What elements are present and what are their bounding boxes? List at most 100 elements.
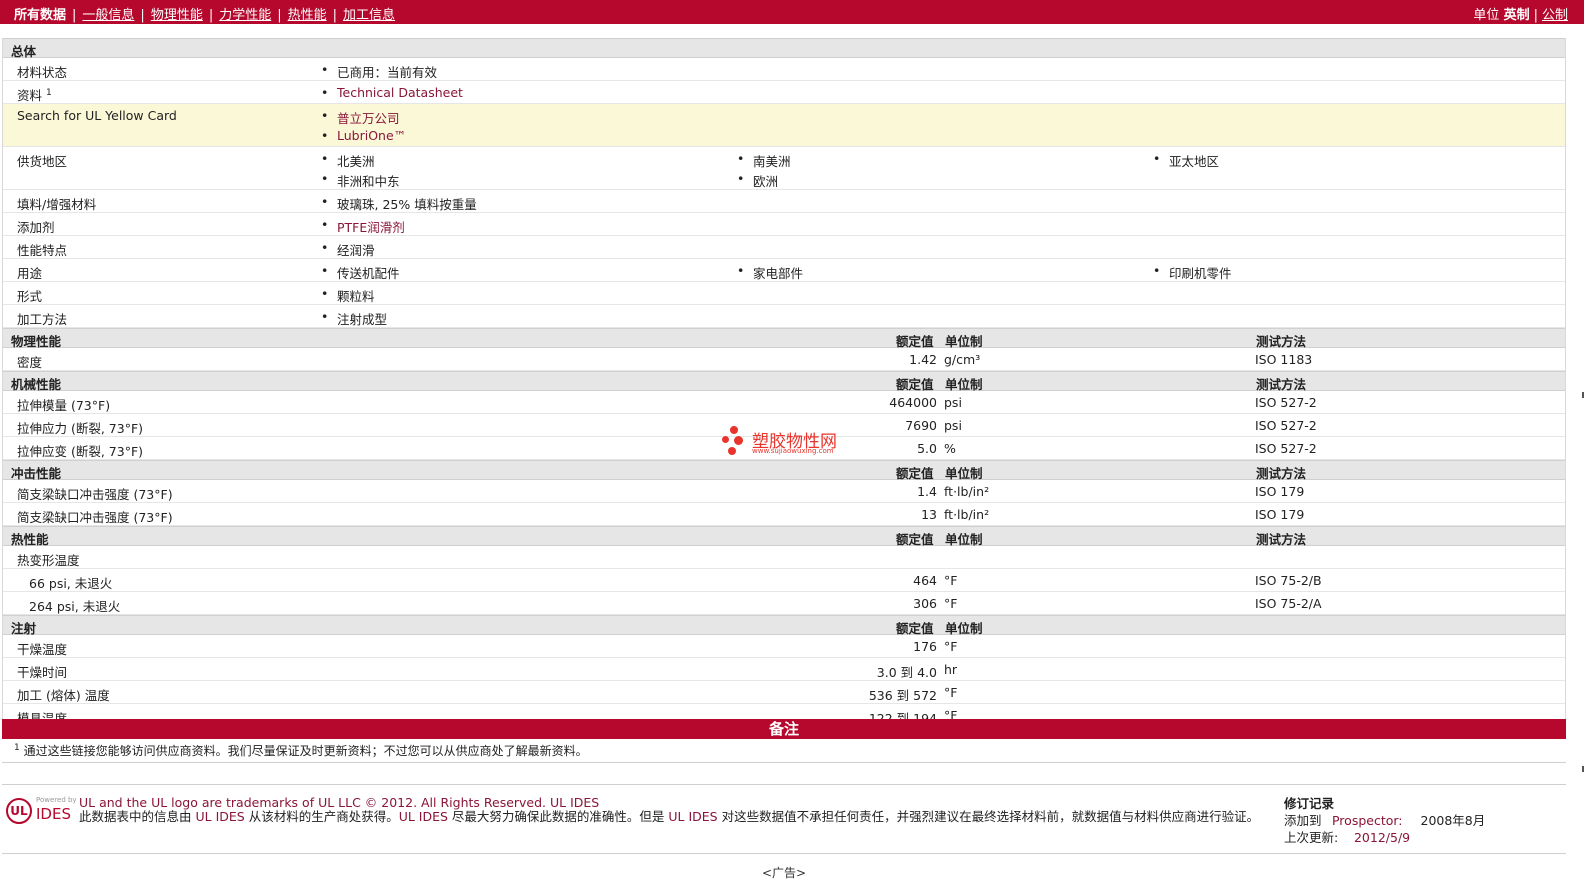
table-row: 简支梁缺口冲击强度 (73°F) 13 ft·lb/in² ISO 179 <box>3 503 1565 526</box>
row-label: 干燥时间 <box>17 665 68 680</box>
section-thermal: 热性能 额定值 单位制 测试方法 <box>3 526 1565 547</box>
row-label: 资料 1 <box>17 85 52 104</box>
section-mechanical: 机械性能 额定值 单位制 测试方法 <box>3 371 1565 392</box>
list-item: 家电部件 <box>737 263 803 282</box>
ptfe-link[interactable]: PTFE润滑剂 <box>321 217 405 236</box>
ad-placeholder[interactable]: <广告> <box>0 864 1568 881</box>
row-label: 66 psi, 未退火 <box>29 576 113 591</box>
table-row: 密度 1.42 g/cm³ ISO 1183 <box>3 348 1565 371</box>
watermark: 塑胶物性网 www.sujiaowuxing.com <box>722 426 852 456</box>
row-label: 加工方法 <box>17 312 68 327</box>
remarks-header: 备注 <box>2 719 1566 739</box>
row-test: ISO 75-2/A <box>1255 596 1322 611</box>
units-metric[interactable]: 公制 <box>1542 8 1568 23</box>
table-row: 干燥时间 3.0 到 4.0 hr <box>3 658 1565 681</box>
divider <box>2 784 1566 785</box>
nav-separator: | <box>140 8 145 23</box>
nav-all-data[interactable]: 所有数据 <box>14 4 66 23</box>
divider <box>2 853 1566 854</box>
row-test: ISO 179 <box>1255 484 1305 499</box>
list-item: 传送机配件 <box>321 263 399 282</box>
revision-updated-label: 上次更新: <box>1284 830 1339 845</box>
row-test: ISO 75-2/B <box>1255 573 1322 588</box>
ul-logo-icon: UL <box>6 798 32 824</box>
row-yellow-card: Search for UL Yellow Card 普立万公司 LubriOne… <box>3 104 1565 147</box>
nav-thermal[interactable]: 热性能 <box>288 4 327 23</box>
top-nav-bar: 所有数据 | 一般信息 | 物理性能 | 力学性能 | 热性能 | 加工信息 单位 英制 | 公制 <box>0 0 1584 24</box>
datasheet: 总体 材料状态 已商用：当前有效 资料 1 Technical Datashee… <box>2 38 1566 727</box>
watermark-dot <box>730 426 738 434</box>
row-test: ISO 527-2 <box>1255 418 1317 433</box>
section-physical: 物理性能 额定值 单位制 测试方法 <box>3 328 1565 349</box>
divider <box>2 762 1566 763</box>
row-unit: °F <box>944 596 958 611</box>
row-datasheet: 资料 1 Technical Datasheet <box>3 81 1565 104</box>
watermark-dot <box>722 436 729 443</box>
list-item: 北美洲 <box>321 151 374 170</box>
units-label: 单位 <box>1473 8 1500 23</box>
row-value: 5.0 <box>917 441 937 456</box>
row-unit: hr <box>944 662 958 677</box>
row-value: 536 到 572 <box>868 688 937 703</box>
nav-physical[interactable]: 物理性能 <box>151 4 203 23</box>
row-unit: g/cm³ <box>944 352 981 367</box>
revision-added-target: Prospector: <box>1331 813 1403 828</box>
watermark-dot <box>734 436 743 445</box>
lubrione-link[interactable]: LubriOne™ <box>321 128 406 143</box>
row-uses: 用途 传送机配件 家电部件 印刷机零件 <box>3 259 1565 282</box>
row-label: 性能特点 <box>17 243 68 258</box>
row-group-label: 热变形温度 <box>17 553 80 568</box>
nav-processing[interactable]: 加工信息 <box>343 4 395 23</box>
row-label-text: 资料 <box>17 88 43 103</box>
row-label: 干燥温度 <box>17 642 68 657</box>
list-item: 非洲和中东 <box>321 171 399 190</box>
row-label: 用途 <box>17 266 43 281</box>
row-process-method: 加工方法 注射成型 <box>3 305 1565 328</box>
row-value: 3.0 到 4.0 <box>876 665 937 680</box>
row-test: ISO 179 <box>1255 507 1305 522</box>
row-value: 13 <box>921 507 937 522</box>
revision-updated-date: 2012/5/9 <box>1353 830 1411 845</box>
row-label: Search for UL Yellow Card <box>17 108 177 123</box>
section-general: 总体 <box>3 38 1565 59</box>
row-additive: 添加剂 PTFE润滑剂 <box>3 213 1565 236</box>
revision-title: 修订记录 <box>1284 796 1335 811</box>
nav-separator: | <box>332 8 338 23</box>
row-unit: ft·lb/in² <box>944 507 990 522</box>
row-value: 464000 <box>889 395 937 410</box>
row-unit: °F <box>944 639 958 654</box>
ul-ides-mention: UL IDES <box>398 809 448 824</box>
units-imperial[interactable]: 英制 <box>1504 8 1530 23</box>
polyone-link[interactable]: 普立万公司 <box>321 108 399 127</box>
section-injection: 注射 额定值 单位制 <box>3 615 1565 636</box>
row-test: ISO 527-2 <box>1255 441 1317 456</box>
nav-mechanical[interactable]: 力学性能 <box>219 4 271 23</box>
footer-disclaimer: UL and the UL logo are trademarks of UL … <box>79 796 1264 824</box>
row-label: 简支梁缺口冲击强度 (73°F) <box>17 510 173 525</box>
table-row: 拉伸模量 (73°F) 464000 psi ISO 527-2 <box>3 391 1565 414</box>
nav-general[interactable]: 一般信息 <box>82 4 134 23</box>
section-impact: 冲击性能 额定值 单位制 测试方法 <box>3 460 1565 481</box>
list-item: 玻璃珠, 25% 填料按重量 <box>321 194 477 213</box>
revision-history: 修订记录 添加到 Prospector: 2008年8月 上次更新: 2012/… <box>1284 795 1485 846</box>
list-item: 欧洲 <box>737 171 778 190</box>
row-label: 加工 (熔体) 温度 <box>17 688 110 703</box>
powered-by-label: Powered by <box>36 796 77 804</box>
nav-separator: | <box>208 8 214 23</box>
row-unit: °F <box>944 685 958 700</box>
trademark-text: UL and the UL logo are trademarks of UL … <box>79 795 600 810</box>
table-row: 干燥温度 176 °F <box>3 635 1565 658</box>
unit-switcher: 单位 英制 | 公制 <box>1473 4 1568 23</box>
list-item: 已商用：当前有效 <box>321 62 437 81</box>
row-label: 拉伸应力 (断裂, 73°F) <box>17 421 144 436</box>
row-label: 形式 <box>17 289 43 304</box>
row-label: 拉伸模量 (73°F) <box>17 398 111 413</box>
row-label: 材料状态 <box>17 65 68 80</box>
ul-ides-logo[interactable]: UL Powered by IDES <box>6 796 77 826</box>
row-test: ISO 1183 <box>1255 352 1313 367</box>
technical-datasheet-link[interactable]: Technical Datasheet <box>321 85 463 100</box>
watermark-dot <box>728 447 736 455</box>
table-row: 66 psi, 未退火 464 °F ISO 75-2/B <box>3 569 1565 592</box>
list-item: 印刷机零件 <box>1153 263 1231 282</box>
revision-added-label: 添加到 <box>1284 813 1322 828</box>
